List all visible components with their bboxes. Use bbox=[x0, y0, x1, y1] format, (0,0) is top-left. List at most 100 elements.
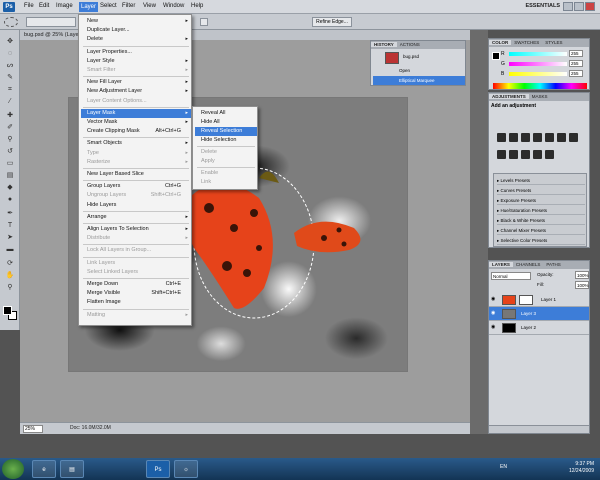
menu-item-matting[interactable]: Matting ▸ bbox=[81, 311, 191, 320]
close-icon[interactable] bbox=[585, 2, 595, 11]
system-clock[interactable]: 9:37 PM 12/24/2009 bbox=[569, 461, 594, 475]
menu-item-layer-properties[interactable]: Layer Properties... bbox=[81, 48, 191, 57]
opacity-field[interactable]: 100% bbox=[575, 271, 589, 279]
menu-filter[interactable]: Filter bbox=[122, 3, 135, 9]
tab-color[interactable]: COLOR bbox=[489, 40, 512, 45]
preset-item[interactable]: ▸ Levels Presets bbox=[497, 177, 585, 185]
zoom-tool-icon[interactable]: ⚲ bbox=[4, 282, 16, 293]
eye-icon[interactable]: ◉ bbox=[491, 311, 497, 316]
b-slider[interactable] bbox=[509, 72, 567, 76]
pen-tool-icon[interactable]: ✒ bbox=[4, 208, 16, 219]
blur-tool-icon[interactable]: ◆ bbox=[4, 182, 16, 193]
history-snapshot[interactable]: bug.psd bbox=[373, 51, 465, 65]
language-indicator[interactable]: EN bbox=[500, 464, 507, 470]
menu-item-new-adjustment-layer[interactable]: New Adjustment Layer ▸ bbox=[81, 87, 191, 96]
menu-view[interactable]: View bbox=[143, 3, 156, 9]
tab-masks[interactable]: MASKS bbox=[529, 94, 551, 99]
exposure-icon[interactable] bbox=[533, 133, 542, 142]
ie-taskbar-button[interactable]: e bbox=[32, 460, 56, 478]
style-dropdown[interactable] bbox=[200, 18, 208, 26]
menu-item-lock-all-layers-in-group[interactable]: Lock All Layers in Group... bbox=[81, 246, 191, 255]
menu-edit[interactable]: Edit bbox=[39, 3, 49, 9]
tab-layers[interactable]: LAYERS bbox=[489, 262, 513, 267]
tab-actions[interactable]: ACTIONS bbox=[397, 42, 423, 47]
lasso-tool-icon[interactable]: ᔕ bbox=[4, 60, 16, 71]
hue-saturation-icon[interactable] bbox=[557, 133, 566, 142]
menu-item-new[interactable]: New ▸ bbox=[81, 17, 191, 26]
eraser-tool-icon[interactable]: ▭ bbox=[4, 158, 16, 169]
preset-item[interactable]: ▸ Curves Presets bbox=[497, 187, 585, 195]
photo-filter-icon[interactable] bbox=[509, 149, 518, 159]
submenu-item-hide-all[interactable]: Hide All bbox=[195, 118, 257, 127]
channel-mixer-icon[interactable] bbox=[521, 149, 530, 159]
menu-help[interactable]: Help bbox=[191, 3, 203, 9]
invert-icon[interactable] bbox=[533, 149, 542, 159]
preset-item[interactable]: ▸ Channel Mixer Presets bbox=[497, 227, 585, 235]
preset-item[interactable]: ▸ Black & White Presets bbox=[497, 217, 585, 225]
r-value[interactable]: 255 bbox=[569, 50, 583, 57]
tab-adjustments[interactable]: ADJUSTMENTS bbox=[489, 94, 529, 99]
g-value[interactable]: 255 bbox=[569, 60, 583, 67]
history-step-active[interactable]: Elliptical Marquee bbox=[373, 76, 465, 85]
maximize-icon[interactable] bbox=[574, 2, 584, 11]
layer-mask-thumbnail[interactable] bbox=[519, 295, 533, 305]
tab-paths[interactable]: PATHS bbox=[543, 262, 563, 267]
menu-item-layer-content-options[interactable]: Layer Content Options... bbox=[81, 97, 191, 106]
menu-image[interactable]: Image bbox=[56, 3, 73, 9]
menu-item-duplicate-layer[interactable]: Duplicate Layer... bbox=[81, 26, 191, 35]
shape-tool-icon[interactable]: ▬ bbox=[4, 244, 16, 255]
type-tool-icon[interactable]: T bbox=[4, 220, 16, 231]
submenu-item-delete[interactable]: Delete bbox=[195, 148, 257, 157]
g-slider[interactable] bbox=[509, 62, 567, 66]
menu-item-vector-mask[interactable]: Vector Mask ▸ bbox=[81, 118, 191, 127]
photoshop-taskbar-button[interactable]: Ps bbox=[146, 460, 170, 478]
fg-swatch[interactable] bbox=[492, 52, 500, 60]
submenu-item-hide-selection[interactable]: Hide Selection bbox=[195, 136, 257, 145]
color-balance-icon[interactable] bbox=[569, 133, 578, 142]
dodge-tool-icon[interactable]: ● bbox=[4, 194, 16, 205]
foreground-color-swatch[interactable] bbox=[3, 306, 12, 315]
zoom-field[interactable]: 25% bbox=[23, 425, 43, 433]
crop-tool-icon[interactable]: ⌗ bbox=[4, 84, 16, 95]
selection-mode-buttons[interactable] bbox=[26, 17, 76, 27]
app-taskbar-button[interactable]: ☼ bbox=[174, 460, 198, 478]
menu-item-arrange[interactable]: Arrange ▸ bbox=[81, 213, 191, 222]
submenu-item-apply[interactable]: Apply bbox=[195, 157, 257, 166]
vibrance-icon[interactable] bbox=[545, 133, 554, 142]
menu-select[interactable]: Select bbox=[100, 3, 117, 9]
menu-item-new-layer-based-slice[interactable]: New Layer Based Slice bbox=[81, 170, 191, 179]
menu-item-merge-visible[interactable]: Merge Visible Shift+Ctrl+E bbox=[81, 289, 191, 298]
tab-history[interactable]: HISTORY bbox=[371, 42, 397, 47]
minimize-icon[interactable] bbox=[563, 2, 573, 11]
curves-icon[interactable] bbox=[521, 133, 530, 142]
history-brush-icon[interactable]: ↺ bbox=[4, 146, 16, 157]
hand-tool-icon[interactable]: ✋ bbox=[4, 270, 16, 281]
gradient-tool-icon[interactable]: ▤ bbox=[4, 170, 16, 181]
b-value[interactable]: 255 bbox=[569, 70, 583, 77]
preset-item[interactable]: ▸ Selective Color Presets bbox=[497, 237, 585, 245]
preset-item[interactable]: ▸ Exposure Presets bbox=[497, 197, 585, 205]
move-tool-icon[interactable]: ✥ bbox=[4, 36, 16, 47]
submenu-item-reveal-all[interactable]: Reveal All bbox=[195, 109, 257, 118]
menu-item-delete[interactable]: Delete ▸ bbox=[81, 35, 191, 44]
menu-item-type[interactable]: Type ▸ bbox=[81, 149, 191, 158]
preset-item[interactable]: ▸ Hue/Saturation Presets bbox=[497, 207, 585, 215]
eye-icon[interactable]: ◉ bbox=[491, 297, 497, 302]
r-slider[interactable] bbox=[509, 52, 567, 56]
eye-icon[interactable]: ◉ bbox=[491, 325, 497, 330]
submenu-item-enable[interactable]: Enable bbox=[195, 169, 257, 178]
menu-item-link-layers[interactable]: Link Layers bbox=[81, 259, 191, 268]
black-white-icon[interactable] bbox=[497, 149, 506, 159]
menu-item-group-layers[interactable]: Group Layers Ctrl+G bbox=[81, 182, 191, 191]
posterize-icon[interactable] bbox=[545, 149, 554, 159]
menu-item-merge-down[interactable]: Merge Down Ctrl+E bbox=[81, 280, 191, 289]
refine-edge-button[interactable]: Refine Edge... bbox=[312, 17, 352, 27]
brush-tool-icon[interactable]: ✐ bbox=[4, 122, 16, 133]
menu-window[interactable]: Window bbox=[163, 3, 184, 9]
menu-item-new-fill-layer[interactable]: New Fill Layer ▸ bbox=[81, 78, 191, 87]
tab-styles[interactable]: STYLES bbox=[542, 40, 565, 45]
menu-item-ungroup-layers[interactable]: Ungroup Layers Shift+Ctrl+G bbox=[81, 191, 191, 200]
menu-item-select-linked-layers[interactable]: Select Linked Layers bbox=[81, 268, 191, 277]
marquee-tool-icon[interactable]: ◌ bbox=[4, 48, 16, 59]
menu-item-distribute[interactable]: Distribute ▸ bbox=[81, 234, 191, 243]
